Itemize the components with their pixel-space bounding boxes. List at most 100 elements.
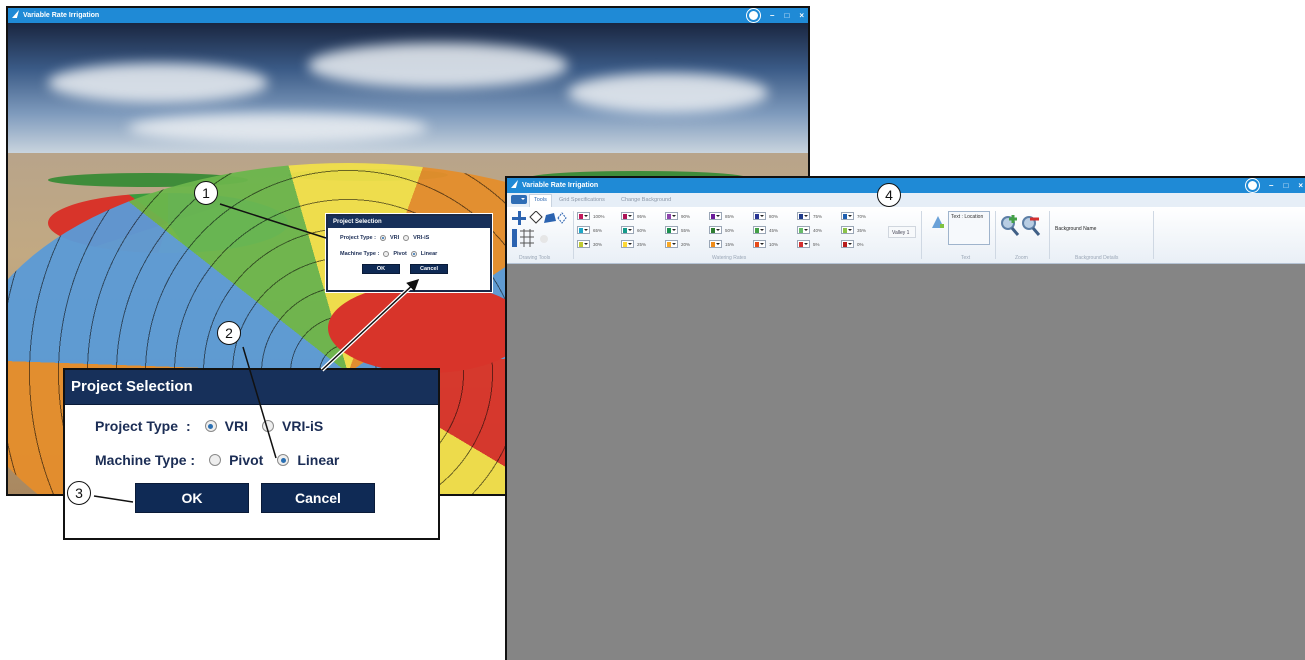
app-logo-icon bbox=[511, 180, 518, 188]
dialog-title: Project Selection bbox=[328, 216, 490, 228]
radio-linear-label: Linear bbox=[420, 251, 438, 257]
watering-rate-swatch[interactable]: 100% bbox=[577, 212, 605, 220]
help-icon[interactable] bbox=[747, 9, 761, 22]
watering-rate-label: 50% bbox=[725, 227, 735, 233]
minimize-icon[interactable]: – bbox=[770, 8, 774, 23]
radio-vri[interactable] bbox=[204, 420, 217, 432]
radio-linear[interactable] bbox=[277, 454, 290, 466]
ok-button[interactable]: OK bbox=[362, 264, 400, 274]
watering-rate-label: 10% bbox=[769, 241, 779, 247]
close-icon[interactable]: × bbox=[1298, 178, 1303, 193]
radio-pivot[interactable] bbox=[383, 251, 390, 257]
watering-rate-swatch[interactable]: 10% bbox=[753, 240, 778, 248]
watering-rate-label: 5% bbox=[813, 241, 820, 247]
watering-rate-label: 55% bbox=[681, 227, 691, 233]
watering-rate-swatch[interactable]: 45% bbox=[753, 226, 778, 234]
zoom-out-icon[interactable] bbox=[1021, 213, 1041, 237]
ribbon: Drawing Tools 100% 95% 90% 85% 80% 75% 70% 65% 6… bbox=[507, 207, 1305, 264]
minimize-icon[interactable]: – bbox=[1269, 178, 1273, 193]
cancel-button[interactable]: Cancel bbox=[410, 264, 448, 274]
ribbon-tabs: Tools Grid Specifications Change Backgro… bbox=[507, 193, 1305, 208]
radio-vri[interactable] bbox=[379, 235, 386, 241]
watering-rate-swatch[interactable]: 0% bbox=[841, 240, 864, 248]
text-tool-icon[interactable] bbox=[931, 215, 945, 229]
ok-button[interactable]: OK bbox=[135, 483, 249, 513]
close-icon[interactable]: × bbox=[799, 8, 804, 23]
watering-rate-swatch[interactable]: 90% bbox=[665, 212, 690, 220]
tab-grid-specifications[interactable]: Grid Specifications bbox=[555, 195, 609, 206]
canvas-area[interactable] bbox=[507, 264, 1305, 660]
watering-rate-swatch[interactable]: 20% bbox=[665, 240, 690, 248]
callout-4: 4 bbox=[877, 183, 901, 207]
group-label-zoom: Zoom bbox=[1015, 255, 1028, 261]
watering-rate-swatch[interactable]: 75% bbox=[797, 212, 822, 220]
cancel-button[interactable]: Cancel bbox=[261, 483, 375, 513]
project-type-label: Project Type : bbox=[340, 235, 376, 241]
group-label-text: Text bbox=[961, 255, 971, 261]
watering-rate-label: 70% bbox=[857, 213, 867, 219]
watering-rate-swatch[interactable]: 80% bbox=[753, 212, 778, 220]
project-type-label: Project Type bbox=[95, 418, 178, 434]
watering-rate-swatch[interactable]: 40% bbox=[797, 226, 822, 234]
window-title: Variable Rate Irrigation bbox=[22, 12, 100, 19]
watering-rate-label: 75% bbox=[813, 213, 823, 219]
tab-change-background[interactable]: Change Background bbox=[617, 195, 675, 206]
watering-rate-swatch[interactable]: 65% bbox=[577, 226, 602, 234]
watering-rate-swatch[interactable]: 35% bbox=[841, 226, 866, 234]
tab-tools[interactable]: Tools bbox=[529, 194, 552, 208]
drawing-tools-icons[interactable] bbox=[510, 211, 570, 251]
watering-rate-label: 60% bbox=[637, 227, 647, 233]
watering-rate-swatch[interactable]: 95% bbox=[621, 212, 646, 220]
watering-rate-label: 20% bbox=[681, 241, 691, 247]
project-type-colon: : bbox=[186, 418, 191, 434]
main-window: Variable Rate Irrigation – □ × Tools Gri… bbox=[505, 176, 1305, 660]
watering-rate-label: 40% bbox=[813, 227, 823, 233]
radio-vri-is-label: VRI-iS bbox=[413, 235, 430, 241]
group-label-watering-rates: Watering Rates bbox=[712, 255, 747, 261]
dialog-title: Project Selection bbox=[65, 370, 438, 405]
watering-rate-swatch[interactable]: 5% bbox=[797, 240, 820, 248]
watering-rate-swatch[interactable]: 25% bbox=[621, 240, 646, 248]
watering-rate-label: 95% bbox=[637, 213, 647, 219]
watering-rate-swatch[interactable]: 30% bbox=[577, 240, 602, 248]
watering-rate-swatch[interactable]: 55% bbox=[665, 226, 690, 234]
watering-rate-swatch[interactable]: 60% bbox=[621, 226, 646, 234]
watering-rate-swatch[interactable]: 50% bbox=[709, 226, 734, 234]
zoom-in-icon[interactable] bbox=[1000, 213, 1020, 237]
project-selection-dialog: Project Selection Project Type : VRI VRI… bbox=[63, 368, 440, 540]
maximize-icon[interactable]: □ bbox=[784, 8, 789, 23]
radio-vri-is[interactable] bbox=[262, 420, 275, 432]
watering-rate-label: 0% bbox=[857, 241, 864, 247]
machine-type-label: Machine Type : bbox=[340, 251, 380, 257]
watering-rate-swatch[interactable]: 70% bbox=[841, 212, 866, 220]
watering-rate-label: 25% bbox=[637, 241, 647, 247]
callout-3: 3 bbox=[67, 481, 91, 505]
valley-dropdown[interactable]: Valley 1 bbox=[888, 226, 916, 238]
watering-rate-label: 35% bbox=[857, 227, 867, 233]
watering-rate-swatch[interactable]: 15% bbox=[709, 240, 734, 248]
watering-rate-label: 30% bbox=[593, 241, 603, 247]
radio-pivot[interactable] bbox=[209, 454, 222, 466]
callout-2: 2 bbox=[217, 321, 241, 345]
machine-type-label: Machine Type : bbox=[95, 452, 196, 468]
background-name-label: Background Name bbox=[1055, 226, 1097, 232]
watering-rate-label: 15% bbox=[725, 241, 735, 247]
watering-rate-label: 90% bbox=[681, 213, 691, 219]
app-logo-icon bbox=[12, 10, 19, 18]
callout-1: 1 bbox=[194, 181, 218, 205]
radio-pivot-label: Pivot bbox=[229, 452, 264, 468]
help-icon[interactable] bbox=[1246, 179, 1260, 192]
maximize-icon[interactable]: □ bbox=[1283, 178, 1288, 193]
watering-rate-label: 80% bbox=[769, 213, 779, 219]
text-location-box[interactable]: Text : Location bbox=[948, 211, 990, 245]
radio-linear[interactable] bbox=[410, 251, 417, 257]
watering-rate-label: 45% bbox=[769, 227, 779, 233]
radio-vri-is[interactable] bbox=[403, 235, 410, 241]
watering-rate-swatch[interactable]: 85% bbox=[709, 212, 734, 220]
radio-linear-label: Linear bbox=[297, 452, 340, 468]
radio-pivot-label: Pivot bbox=[393, 251, 407, 257]
watering-rate-label: 100% bbox=[593, 213, 605, 219]
file-menu-button[interactable] bbox=[511, 195, 527, 204]
group-label-background-details: Background Details bbox=[1075, 255, 1119, 261]
radio-vri-label: VRI bbox=[224, 418, 249, 434]
